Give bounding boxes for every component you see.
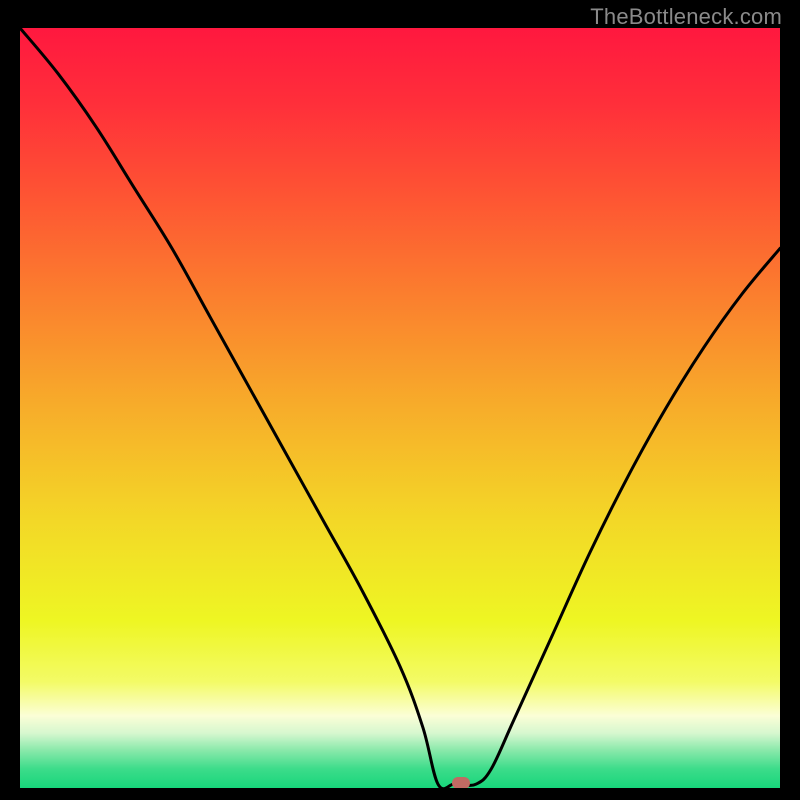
chart-frame: TheBottleneck.com (0, 0, 800, 800)
optimum-marker-icon (452, 777, 470, 788)
plot-area (20, 28, 780, 788)
watermark-text: TheBottleneck.com (590, 4, 782, 30)
chart-svg (20, 28, 780, 788)
